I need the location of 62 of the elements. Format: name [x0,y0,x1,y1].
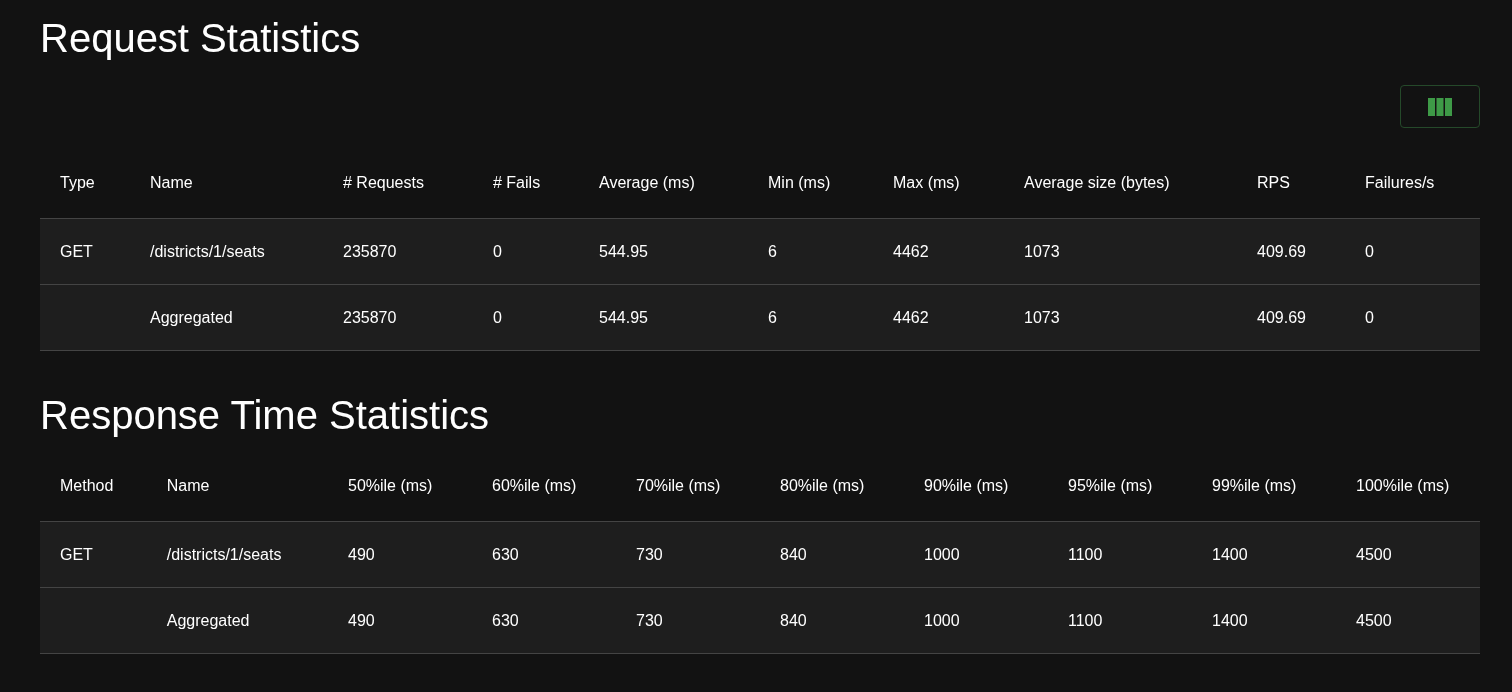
table-cell: 1000 [924,611,960,629]
table-cell: /districts/1/seats [166,545,282,563]
table-cell: Aggregated [150,308,233,326]
table-cell: 490 [348,611,375,629]
table-cell: 4462 [893,308,929,326]
table-cell: 630 [492,611,519,629]
column-header[interactable]: 99%ile (ms) [1192,451,1336,522]
table-cell: 840 [780,611,807,629]
table-cell: 840 [780,545,807,563]
column-header[interactable]: RPS [1237,148,1345,219]
table-cell: 1400 [1212,611,1248,629]
column-header[interactable]: 60%ile (ms) [472,451,616,522]
section-title: Response Time Statistics [40,392,491,439]
column-header[interactable]: Max (ms) [873,148,1004,219]
table-cell: 1400 [1212,545,1248,563]
column-header[interactable]: Method [40,451,147,522]
table-cell: GET [60,242,93,260]
table-cell: 6 [768,242,777,260]
column-header[interactable]: Name [146,451,328,522]
table-cell: 0 [1365,242,1374,260]
column-header[interactable]: Average (ms) [579,148,748,219]
table-cell: Aggregated [166,611,250,629]
table-cell: 544.95 [599,242,648,260]
table-cell: 1100 [1068,611,1103,629]
table-cell: 409.69 [1257,242,1306,260]
column-header[interactable]: Average size (bytes) [1004,148,1237,219]
column-header[interactable]: Type [40,148,130,219]
column-header[interactable]: # Requests [323,148,473,219]
table-cell: 409.69 [1257,308,1306,326]
table-cell: 4500 [1356,545,1392,563]
table-cell: 6 [768,308,777,326]
table-cell: 1073 [1024,242,1060,260]
column-header[interactable]: 100%ile (ms) [1336,451,1480,522]
column-header[interactable]: # Fails [473,148,579,219]
columns-icon [1428,97,1452,116]
table-cell: 1000 [924,545,960,563]
table-cell: 490 [348,545,375,563]
table-cell: 235870 [343,242,397,260]
table-cell: 0 [493,242,502,260]
column-header[interactable]: Failures/s [1345,148,1480,219]
column-select-button[interactable] [1400,85,1480,128]
table-cell: 0 [1365,308,1374,326]
table-cell: GET [60,545,93,563]
table-cell: 544.95 [599,308,648,326]
column-header[interactable]: Name [130,148,323,219]
table-cell: 0 [493,308,502,326]
column-header[interactable]: 95%ile (ms) [1048,451,1192,522]
table-cell: /districts/1/seats [150,242,265,260]
column-header[interactable]: 50%ile (ms) [328,451,472,522]
table-cell: 4462 [893,242,929,260]
column-header[interactable]: 70%ile (ms) [616,451,760,522]
table-cell: 4500 [1356,611,1392,629]
table-cell: 1073 [1024,308,1060,326]
table-cell: 730 [636,611,663,629]
table-cell: 630 [492,545,519,563]
section-title: Request Statistics [40,15,362,62]
column-header[interactable]: 90%ile (ms) [904,451,1048,522]
table-cell: 235870 [343,308,397,326]
column-header[interactable]: 80%ile (ms) [760,451,904,522]
table-cell: 730 [636,545,663,563]
table-cell: 1100 [1068,545,1103,563]
column-header[interactable]: Min (ms) [748,148,873,219]
